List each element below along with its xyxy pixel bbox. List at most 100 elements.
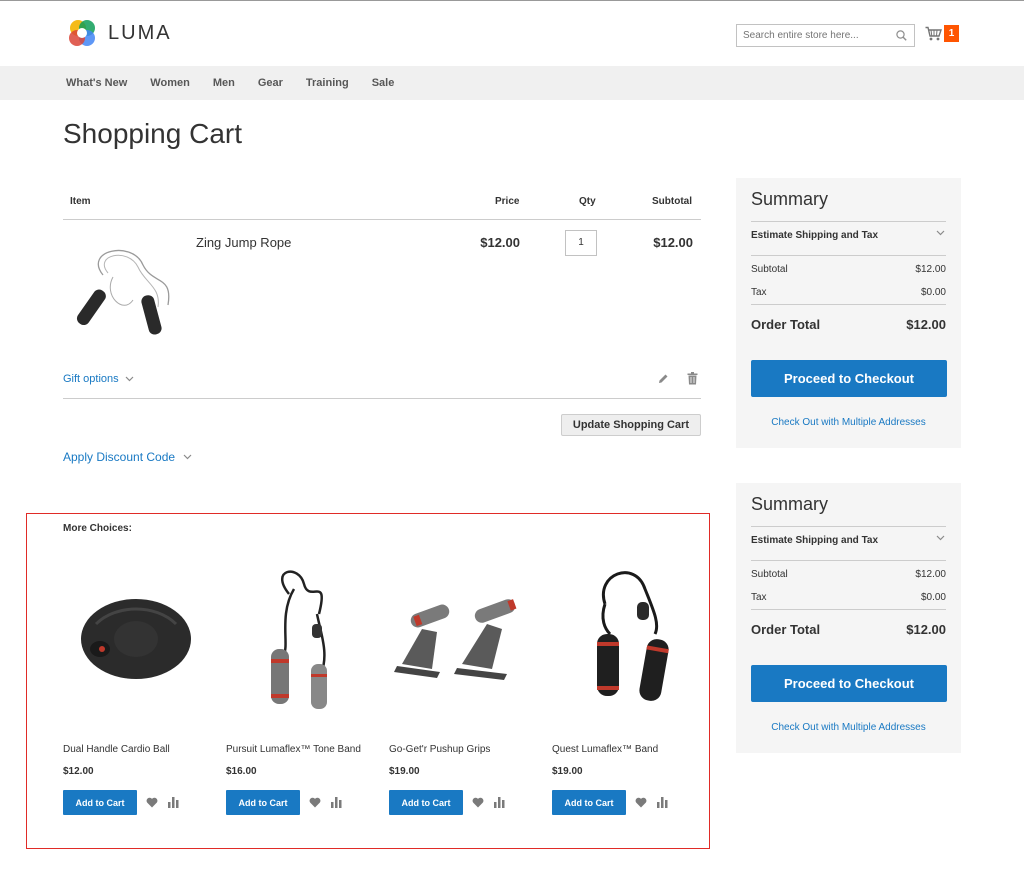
divider [63, 219, 701, 220]
estimate-shipping-toggle[interactable]: Estimate Shipping and Tax [751, 230, 878, 241]
subtotal-row: Subtotal $12.00 [751, 264, 946, 275]
more-choices-section: More Choices: Dual Handle Cardio Ball $1… [26, 513, 710, 849]
qty-input[interactable]: 1 [565, 230, 597, 256]
order-total-row: Order Total $12.00 [751, 622, 946, 637]
tax-row: Tax $0.00 [751, 592, 946, 603]
order-total-label: Order Total [751, 622, 821, 637]
subtotal-row: Subtotal $12.00 [751, 569, 946, 580]
product-price: $16.00 [226, 766, 257, 777]
subtotal-label: Subtotal [751, 569, 788, 580]
minicart-link[interactable]: 1 [925, 25, 959, 42]
add-to-cart-button[interactable]: Add to Cart [552, 790, 626, 815]
apply-discount-label: Apply Discount Code [63, 450, 176, 464]
chevron-down-icon [125, 376, 134, 382]
product-name[interactable]: Dual Handle Cardio Ball [63, 744, 170, 755]
product-image-tone-band[interactable] [226, 559, 371, 719]
tax-row: Tax $0.00 [751, 287, 946, 298]
divider [63, 398, 701, 399]
column-header-price: Price [495, 196, 520, 207]
page-header: LUMA 1 [0, 1, 1024, 67]
compare-icon[interactable] [657, 797, 668, 808]
nav-item-women[interactable]: Women [150, 77, 190, 89]
search-input[interactable] [737, 25, 887, 46]
cart-summary-duplicate: Summary Estimate Shipping and Tax Subtot… [736, 483, 961, 753]
checkout-multiple-addresses-link[interactable]: Check Out with Multiple Addresses [736, 417, 961, 428]
cart-icon [925, 26, 942, 41]
divider [751, 255, 946, 256]
product-price: $12.00 [63, 766, 94, 777]
product-image-quest-band[interactable] [552, 559, 697, 719]
proceed-to-checkout-button[interactable]: Proceed to Checkout [751, 665, 947, 702]
tax-label: Tax [751, 592, 767, 603]
luma-logo[interactable]: LUMA [66, 17, 172, 49]
nav-item-sale[interactable]: Sale [372, 77, 395, 89]
tax-label: Tax [751, 287, 767, 298]
search-box [736, 24, 915, 47]
product-image-jump-rope[interactable] [73, 245, 183, 345]
edit-pencil-icon[interactable] [657, 373, 669, 385]
nav-item-training[interactable]: Training [306, 77, 349, 89]
product-name[interactable]: Quest Lumaflex™ Band [552, 744, 658, 755]
tax-value: $0.00 [920, 287, 946, 298]
add-to-cart-button[interactable]: Add to Cart [389, 790, 463, 815]
summary-title: Summary [751, 189, 829, 209]
add-to-cart-button[interactable]: Add to Cart [63, 790, 137, 815]
cart-item-name[interactable]: Zing Jump Rope [196, 235, 291, 250]
cart-summary: Summary Estimate Shipping and Tax Subtot… [736, 178, 961, 448]
update-cart-button[interactable]: Update Shopping Cart [560, 414, 701, 436]
divider [751, 560, 946, 561]
estimate-shipping-toggle[interactable]: Estimate Shipping and Tax [751, 535, 878, 546]
subtotal-label: Subtotal [751, 264, 788, 275]
heart-icon[interactable] [472, 797, 484, 808]
cart-count-badge: 1 [944, 25, 959, 42]
logo-text: LUMA [108, 21, 172, 44]
nav-item-men[interactable]: Men [213, 77, 235, 89]
chevron-down-icon [183, 454, 192, 460]
heart-icon[interactable] [309, 797, 321, 808]
column-header-qty: Qty [579, 196, 596, 207]
subtotal-value: $12.00 [915, 569, 946, 580]
order-total-label: Order Total [751, 317, 821, 332]
heart-icon[interactable] [146, 797, 158, 808]
product-price: $19.00 [389, 766, 420, 777]
search-icon[interactable] [896, 30, 907, 41]
divider [751, 526, 946, 527]
main-navigation: What's New Women Men Gear Training Sale [0, 66, 1024, 100]
gift-options-toggle[interactable]: Gift options [63, 373, 134, 385]
column-header-item: Item [70, 196, 91, 207]
column-header-subtotal: Subtotal [652, 196, 692, 207]
page-title: Shopping Cart [63, 118, 243, 149]
product-price: $19.00 [552, 766, 583, 777]
chevron-down-icon[interactable] [936, 535, 945, 541]
product-image-cardio-ball[interactable] [63, 559, 208, 719]
compare-icon[interactable] [494, 797, 505, 808]
divider [751, 609, 946, 610]
trash-icon[interactable] [687, 372, 698, 385]
luma-logo-icon [69, 20, 95, 46]
more-choices-title: More Choices: [63, 523, 132, 534]
product-name[interactable]: Pursuit Lumaflex™ Tone Band [226, 744, 361, 755]
order-total-value: $12.00 [906, 622, 946, 637]
order-total-value: $12.00 [906, 317, 946, 332]
summary-title: Summary [751, 494, 829, 514]
divider [751, 304, 946, 305]
subtotal-value: $12.00 [915, 264, 946, 275]
cart-item-subtotal: $12.00 [653, 235, 693, 250]
apply-discount-toggle[interactable]: Apply Discount Code [63, 450, 192, 464]
cart-item-price: $12.00 [480, 235, 520, 250]
product-name[interactable]: Go-Get'r Pushup Grips [389, 744, 490, 755]
proceed-to-checkout-button[interactable]: Proceed to Checkout [751, 360, 947, 397]
checkout-multiple-addresses-link[interactable]: Check Out with Multiple Addresses [736, 722, 961, 733]
divider [751, 221, 946, 222]
tax-value: $0.00 [920, 592, 946, 603]
compare-icon[interactable] [331, 797, 342, 808]
chevron-down-icon[interactable] [936, 230, 945, 236]
nav-item-whats-new[interactable]: What's New [66, 77, 127, 89]
add-to-cart-button[interactable]: Add to Cart [226, 790, 300, 815]
compare-icon[interactable] [168, 797, 179, 808]
order-total-row: Order Total $12.00 [751, 317, 946, 332]
product-image-pushup-grips[interactable] [389, 559, 534, 719]
heart-icon[interactable] [635, 797, 647, 808]
nav-item-gear[interactable]: Gear [258, 77, 283, 89]
gift-options-label: Gift options [63, 373, 119, 385]
